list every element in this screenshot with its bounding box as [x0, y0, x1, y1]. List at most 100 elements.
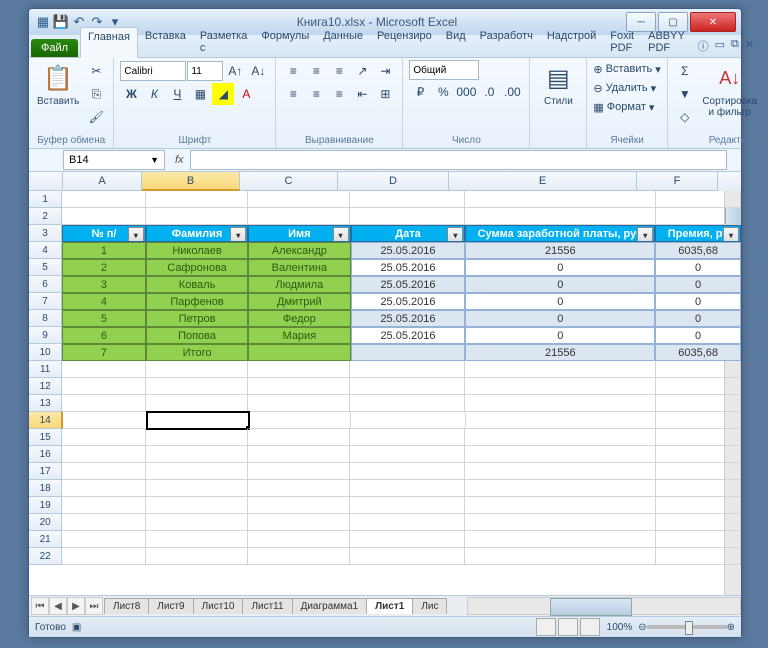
- row-header-22[interactable]: 22: [29, 548, 62, 565]
- column-header-E[interactable]: E: [449, 172, 637, 191]
- cell-bonus[interactable]: 0: [655, 259, 741, 276]
- cell-bonus[interactable]: 0: [655, 327, 741, 344]
- row-header-14[interactable]: 14: [29, 412, 63, 429]
- empty-cell[interactable]: [465, 497, 655, 514]
- ribbon-tab-3[interactable]: Формулы: [254, 27, 316, 57]
- table-header-0[interactable]: № п/▾: [62, 225, 146, 242]
- cell-n[interactable]: 3: [62, 276, 146, 293]
- cell-date[interactable]: 25.05.2016: [351, 327, 466, 344]
- currency-icon[interactable]: ₽: [409, 81, 431, 103]
- cell-name[interactable]: Дмитрий: [248, 293, 350, 310]
- autosum-icon[interactable]: Σ: [674, 60, 696, 82]
- empty-cell[interactable]: [62, 531, 146, 548]
- empty-cell[interactable]: [351, 412, 466, 429]
- empty-cell[interactable]: [656, 429, 741, 446]
- insert-cells-button[interactable]: ⊕Вставить ▾: [593, 60, 660, 78]
- filter-dropdown-icon[interactable]: ▾: [637, 227, 653, 242]
- empty-cell[interactable]: [350, 531, 465, 548]
- border-icon[interactable]: ▦: [189, 83, 211, 105]
- cell-name[interactable]: Людмила: [248, 276, 350, 293]
- page-layout-view-button[interactable]: [558, 618, 578, 636]
- file-tab[interactable]: Файл: [31, 39, 78, 57]
- ribbon-tab-9[interactable]: Foxit PDF: [603, 27, 641, 57]
- cell-date[interactable]: [351, 344, 466, 361]
- column-header-D[interactable]: D: [338, 172, 449, 191]
- percent-icon[interactable]: %: [432, 81, 454, 103]
- increase-font-icon[interactable]: A↑: [224, 60, 246, 82]
- row-header-13[interactable]: 13: [29, 395, 62, 412]
- cell-n[interactable]: 5: [62, 310, 146, 327]
- empty-cell[interactable]: [656, 463, 741, 480]
- ribbon-tab-6[interactable]: Вид: [439, 27, 473, 57]
- ribbon-tab-0[interactable]: Главная: [80, 27, 138, 58]
- empty-cell[interactable]: [62, 497, 146, 514]
- empty-cell[interactable]: [62, 361, 146, 378]
- cell-date[interactable]: 25.05.2016: [351, 276, 466, 293]
- empty-cell[interactable]: [350, 514, 465, 531]
- cell-date[interactable]: 25.05.2016: [351, 259, 466, 276]
- sheet-tab-4[interactable]: Диаграмма1: [292, 598, 368, 614]
- cell-name[interactable]: Мария: [248, 327, 350, 344]
- row-header-21[interactable]: 21: [29, 531, 62, 548]
- format-cells-button[interactable]: ▦Формат ▾: [593, 98, 654, 116]
- font-size-combo[interactable]: 11: [187, 61, 223, 81]
- empty-cell[interactable]: [465, 429, 655, 446]
- delete-cells-button[interactable]: ⊖Удалить ▾: [593, 79, 656, 97]
- bold-button[interactable]: Ж: [120, 83, 142, 105]
- sheet-tab-6[interactable]: Лис: [412, 598, 447, 614]
- row-header-7[interactable]: 7: [29, 293, 62, 310]
- formula-input[interactable]: [190, 150, 727, 170]
- decrease-indent-icon[interactable]: ⇤: [351, 83, 373, 105]
- cell-n[interactable]: 4: [62, 293, 146, 310]
- empty-cell[interactable]: [656, 191, 741, 208]
- ribbon-tab-10[interactable]: ABBYY PDF: [641, 27, 692, 57]
- empty-cell[interactable]: [146, 191, 248, 208]
- empty-cell[interactable]: [62, 395, 146, 412]
- row-header-18[interactable]: 18: [29, 480, 62, 497]
- cell-bonus[interactable]: 6035,68: [655, 344, 741, 361]
- empty-cell[interactable]: [146, 395, 248, 412]
- merge-icon[interactable]: ⊞: [374, 83, 396, 105]
- format-painter-icon[interactable]: 🖌: [85, 106, 107, 128]
- decrease-decimal-icon[interactable]: .00: [501, 81, 523, 103]
- row-header-3[interactable]: 3: [29, 225, 62, 242]
- cell-surname[interactable]: Попова: [146, 327, 248, 344]
- align-center-icon[interactable]: ≡: [305, 83, 327, 105]
- cut-icon[interactable]: ✂: [85, 60, 107, 82]
- column-header-F[interactable]: F: [637, 172, 718, 191]
- empty-cell[interactable]: [248, 429, 350, 446]
- cell-surname[interactable]: Парфенов: [146, 293, 248, 310]
- empty-cell[interactable]: [656, 497, 741, 514]
- empty-cell[interactable]: [466, 412, 656, 429]
- save-icon[interactable]: 💾: [53, 14, 69, 30]
- empty-cell[interactable]: [62, 378, 146, 395]
- row-header-2[interactable]: 2: [29, 208, 62, 225]
- ribbon-help-icon[interactable]: ⓘ: [698, 38, 709, 54]
- fx-icon[interactable]: fx: [175, 154, 184, 166]
- cell-surname[interactable]: Сафронова: [146, 259, 248, 276]
- empty-cell[interactable]: [465, 480, 655, 497]
- table-header-1[interactable]: Фамилия▾: [146, 225, 248, 242]
- font-name-combo[interactable]: Calibri: [120, 61, 186, 81]
- cell-bonus[interactable]: 0: [655, 310, 741, 327]
- empty-cell[interactable]: [350, 429, 465, 446]
- cell-date[interactable]: 25.05.2016: [351, 293, 466, 310]
- ribbon-tab-1[interactable]: Вставка: [138, 27, 193, 57]
- ribbon-expand-icon[interactable]: ⧉: [731, 38, 739, 54]
- row-header-12[interactable]: 12: [29, 378, 62, 395]
- empty-cell[interactable]: [146, 378, 248, 395]
- cell-sum[interactable]: 21556: [465, 242, 655, 259]
- filter-dropdown-icon[interactable]: ▾: [723, 227, 739, 242]
- empty-cell[interactable]: [656, 361, 741, 378]
- row-header-8[interactable]: 8: [29, 310, 62, 327]
- empty-cell[interactable]: [248, 378, 350, 395]
- empty-cell[interactable]: [248, 361, 350, 378]
- filter-dropdown-icon[interactable]: ▾: [128, 227, 144, 242]
- page-break-view-button[interactable]: [580, 618, 600, 636]
- cell-bonus[interactable]: 0: [655, 293, 741, 310]
- cell-name[interactable]: Федор: [248, 310, 350, 327]
- cell-name[interactable]: [248, 344, 350, 361]
- sheet-nav-prev-icon[interactable]: ◀: [49, 597, 67, 615]
- cell-sum[interactable]: 21556: [465, 344, 655, 361]
- row-header-15[interactable]: 15: [29, 429, 62, 446]
